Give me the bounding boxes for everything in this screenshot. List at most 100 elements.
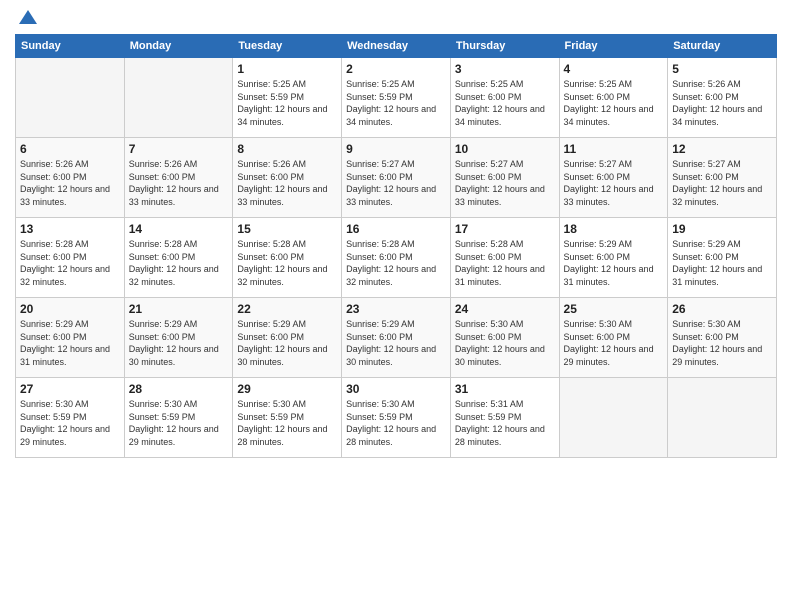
calendar-cell	[16, 58, 125, 138]
day-number: 3	[455, 62, 555, 76]
day-info: Sunrise: 5:28 AMSunset: 6:00 PMDaylight:…	[237, 238, 337, 288]
calendar-cell: 28 Sunrise: 5:30 AMSunset: 5:59 PMDayligh…	[124, 378, 233, 458]
calendar-cell: 4Sunrise: 5:25 AMSunset: 6:00 PMDaylight…	[559, 58, 668, 138]
day-info: Sunrise: 5:27 AMSunset: 6:00 PMDaylight:…	[564, 158, 664, 208]
day-number: 5	[672, 62, 772, 76]
calendar-cell	[559, 378, 668, 458]
calendar-cell: 8 Sunrise: 5:26 AMSunset: 6:00 PMDaylight…	[233, 138, 342, 218]
calendar-table: SundayMondayTuesdayWednesdayThursdayFrid…	[15, 34, 777, 458]
day-info: Sunrise: 5:28 AMSunset: 6:00 PMDaylight:…	[455, 238, 555, 288]
day-number: 16	[346, 222, 446, 236]
day-number: 9	[346, 142, 446, 156]
day-info: Sunrise: 5:28 AMSunset: 6:00 PMDaylight:…	[346, 238, 446, 288]
day-info: Sunrise: 5:30 AMSunset: 5:59 PMDaylight:…	[346, 398, 446, 448]
calendar-week-row: 6 Sunrise: 5:26 AMSunset: 6:00 PMDaylight…	[16, 138, 777, 218]
day-info: Sunrise: 5:28 AMSunset: 6:00 PMDaylight:…	[20, 238, 120, 288]
day-info: Sunrise: 5:25 AMSunset: 5:59 PMDaylight:…	[346, 78, 446, 128]
day-number: 30	[346, 382, 446, 396]
day-info: Sunrise: 5:30 AMSunset: 5:59 PMDaylight:…	[20, 398, 120, 448]
day-number: 13	[20, 222, 120, 236]
calendar-cell: 17 Sunrise: 5:28 AMSunset: 6:00 PMDayligh…	[450, 218, 559, 298]
day-number: 18	[564, 222, 664, 236]
day-info: Sunrise: 5:29 AMSunset: 6:00 PMDaylight:…	[129, 318, 229, 368]
calendar-cell: 7 Sunrise: 5:26 AMSunset: 6:00 PMDaylight…	[124, 138, 233, 218]
day-info: Sunrise: 5:28 AMSunset: 6:00 PMDaylight:…	[129, 238, 229, 288]
day-info: Sunrise: 5:25 AMSunset: 5:59 PMDaylight:…	[237, 78, 337, 128]
day-number: 17	[455, 222, 555, 236]
page: SundayMondayTuesdayWednesdayThursdayFrid…	[0, 0, 792, 612]
weekday-header-friday: Friday	[559, 35, 668, 58]
day-info: Sunrise: 5:25 AMSunset: 6:00 PMDaylight:…	[564, 78, 664, 128]
day-number: 1	[237, 62, 337, 76]
day-info: Sunrise: 5:29 AMSunset: 6:00 PMDaylight:…	[564, 238, 664, 288]
day-number: 7	[129, 142, 229, 156]
day-number: 19	[672, 222, 772, 236]
day-number: 21	[129, 302, 229, 316]
calendar-cell: 27 Sunrise: 5:30 AMSunset: 5:59 PMDayligh…	[16, 378, 125, 458]
day-info: Sunrise: 5:30 AMSunset: 6:00 PMDaylight:…	[455, 318, 555, 368]
weekday-header-saturday: Saturday	[668, 35, 777, 58]
day-info: Sunrise: 5:29 AMSunset: 6:00 PMDaylight:…	[20, 318, 120, 368]
day-number: 31	[455, 382, 555, 396]
calendar-week-row: 13 Sunrise: 5:28 AMSunset: 6:00 PMDayligh…	[16, 218, 777, 298]
day-number: 28	[129, 382, 229, 396]
day-number: 15	[237, 222, 337, 236]
weekday-header-thursday: Thursday	[450, 35, 559, 58]
calendar-cell: 2 Sunrise: 5:25 AMSunset: 5:59 PMDaylight…	[342, 58, 451, 138]
calendar-cell: 5Sunrise: 5:26 AMSunset: 6:00 PMDaylight…	[668, 58, 777, 138]
day-number: 23	[346, 302, 446, 316]
logo	[15, 10, 39, 28]
day-info: Sunrise: 5:31 AMSunset: 5:59 PMDaylight:…	[455, 398, 555, 448]
calendar-cell: 11 Sunrise: 5:27 AMSunset: 6:00 PMDayligh…	[559, 138, 668, 218]
day-info: Sunrise: 5:27 AMSunset: 6:00 PMDaylight:…	[455, 158, 555, 208]
day-number: 20	[20, 302, 120, 316]
header	[15, 10, 777, 28]
calendar-cell: 14Sunrise: 5:28 AMSunset: 6:00 PMDayligh…	[124, 218, 233, 298]
calendar-cell: 1 Sunrise: 5:25 AMSunset: 5:59 PMDaylight…	[233, 58, 342, 138]
calendar-cell: 3Sunrise: 5:25 AMSunset: 6:00 PMDaylight…	[450, 58, 559, 138]
calendar-week-row: 27 Sunrise: 5:30 AMSunset: 5:59 PMDayligh…	[16, 378, 777, 458]
day-number: 27	[20, 382, 120, 396]
calendar-cell: 12 Sunrise: 5:27 AMSunset: 6:00 PMDayligh…	[668, 138, 777, 218]
day-info: Sunrise: 5:26 AMSunset: 6:00 PMDaylight:…	[129, 158, 229, 208]
day-info: Sunrise: 5:29 AMSunset: 6:00 PMDaylight:…	[237, 318, 337, 368]
day-info: Sunrise: 5:27 AMSunset: 6:00 PMDaylight:…	[672, 158, 772, 208]
calendar-cell: 15 Sunrise: 5:28 AMSunset: 6:00 PMDayligh…	[233, 218, 342, 298]
day-number: 22	[237, 302, 337, 316]
calendar-cell: 9 Sunrise: 5:27 AMSunset: 6:00 PMDaylight…	[342, 138, 451, 218]
calendar-cell: 30 Sunrise: 5:30 AMSunset: 5:59 PMDayligh…	[342, 378, 451, 458]
calendar-cell: 24 Sunrise: 5:30 AMSunset: 6:00 PMDayligh…	[450, 298, 559, 378]
day-number: 25	[564, 302, 664, 316]
calendar-cell: 21 Sunrise: 5:29 AMSunset: 6:00 PMDayligh…	[124, 298, 233, 378]
day-info: Sunrise: 5:30 AMSunset: 5:59 PMDaylight:…	[129, 398, 229, 448]
day-number: 24	[455, 302, 555, 316]
day-info: Sunrise: 5:29 AMSunset: 6:00 PMDaylight:…	[672, 238, 772, 288]
calendar-cell: 20 Sunrise: 5:29 AMSunset: 6:00 PMDayligh…	[16, 298, 125, 378]
day-number: 8	[237, 142, 337, 156]
calendar-cell: 29Sunrise: 5:30 AMSunset: 5:59 PMDayligh…	[233, 378, 342, 458]
weekday-header-wednesday: Wednesday	[342, 35, 451, 58]
day-number: 6	[20, 142, 120, 156]
day-number: 11	[564, 142, 664, 156]
calendar-cell: 18 Sunrise: 5:29 AMSunset: 6:00 PMDayligh…	[559, 218, 668, 298]
day-info: Sunrise: 5:29 AMSunset: 6:00 PMDaylight:…	[346, 318, 446, 368]
calendar-cell: 31 Sunrise: 5:31 AMSunset: 5:59 PMDayligh…	[450, 378, 559, 458]
calendar-week-row: 1 Sunrise: 5:25 AMSunset: 5:59 PMDaylight…	[16, 58, 777, 138]
calendar-cell: 10 Sunrise: 5:27 AMSunset: 6:00 PMDayligh…	[450, 138, 559, 218]
calendar-cell: 22 Sunrise: 5:29 AMSunset: 6:00 PMDayligh…	[233, 298, 342, 378]
day-number: 2	[346, 62, 446, 76]
weekday-header-row: SundayMondayTuesdayWednesdayThursdayFrid…	[16, 35, 777, 58]
day-number: 12	[672, 142, 772, 156]
calendar-cell: 23 Sunrise: 5:29 AMSunset: 6:00 PMDayligh…	[342, 298, 451, 378]
day-info: Sunrise: 5:26 AMSunset: 6:00 PMDaylight:…	[237, 158, 337, 208]
day-info: Sunrise: 5:27 AMSunset: 6:00 PMDaylight:…	[346, 158, 446, 208]
day-number: 10	[455, 142, 555, 156]
calendar-cell: 25 Sunrise: 5:30 AMSunset: 6:00 PMDayligh…	[559, 298, 668, 378]
calendar-cell: 19 Sunrise: 5:29 AMSunset: 6:00 PMDayligh…	[668, 218, 777, 298]
day-info: Sunrise: 5:30 AMSunset: 6:00 PMDaylight:…	[564, 318, 664, 368]
calendar-cell: 6Sunrise: 5:26 AMSunset: 6:00 PMDaylight…	[16, 138, 125, 218]
calendar-cell: 13 Sunrise: 5:28 AMSunset: 6:00 PMDayligh…	[16, 218, 125, 298]
calendar-cell: 26Sunrise: 5:30 AMSunset: 6:00 PMDayligh…	[668, 298, 777, 378]
day-info: Sunrise: 5:30 AMSunset: 5:59 PMDaylight:…	[237, 398, 337, 448]
calendar-week-row: 20 Sunrise: 5:29 AMSunset: 6:00 PMDayligh…	[16, 298, 777, 378]
